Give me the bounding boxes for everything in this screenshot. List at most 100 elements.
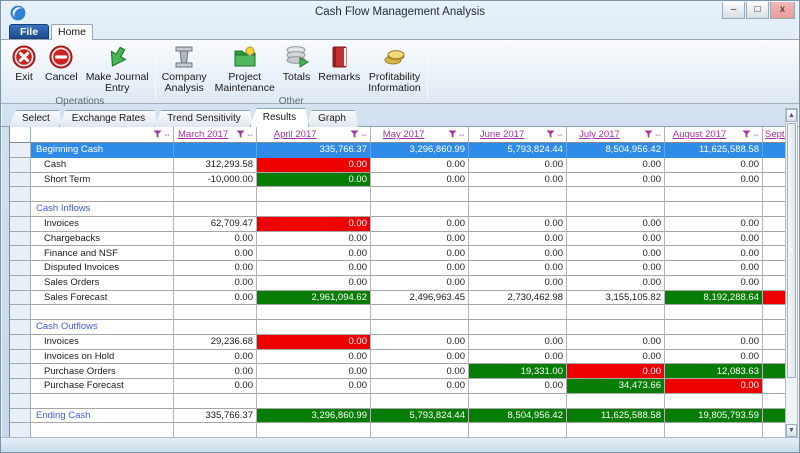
month-link-july-2017[interactable]: July 2017 <box>579 129 620 140</box>
grid-cell[interactable]: 11,625,588.58 <box>567 409 665 424</box>
grid-cell[interactable] <box>469 202 567 217</box>
make-journal-entry-button[interactable]: Make Journal Entry <box>82 43 153 95</box>
scroll-down-button[interactable]: ▼ <box>786 424 797 437</box>
grid-cell[interactable] <box>567 202 665 217</box>
grid-cell[interactable] <box>763 143 786 158</box>
grid-cell[interactable]: 312,293.58 <box>174 158 257 173</box>
grid-cell[interactable]: 0.00 <box>469 276 567 291</box>
row-label[interactable]: Cash Outflows <box>31 320 174 335</box>
grid-cell[interactable]: 0.00 <box>665 276 763 291</box>
grid-cell[interactable]: 0.00 <box>469 261 567 276</box>
grid-cell[interactable]: 0.00 <box>174 291 257 306</box>
row-selector-cell[interactable] <box>10 335 31 350</box>
row-label[interactable] <box>31 394 174 409</box>
grid-cell[interactable] <box>371 305 469 320</box>
grid-cell[interactable] <box>567 394 665 409</box>
filter-icon[interactable]: ⇔ <box>742 130 762 139</box>
grid-cell[interactable]: 3,296,860.99 <box>257 409 371 424</box>
grid-cell[interactable]: 0.00 <box>665 261 763 276</box>
row-label[interactable]: Sales Forecast <box>31 291 174 306</box>
grid-cell[interactable] <box>371 423 469 438</box>
row-selector-cell[interactable] <box>10 143 31 158</box>
grid-cell[interactable] <box>174 320 257 335</box>
project-maintenance-button[interactable]: Project Maintenance <box>211 43 279 95</box>
grid-cell[interactable] <box>567 305 665 320</box>
month-link-august-2017[interactable]: August 2017 <box>673 129 726 140</box>
grid-cell[interactable] <box>763 217 786 232</box>
grid-cell[interactable]: 0.00 <box>371 364 469 379</box>
row-selector-cell[interactable] <box>10 217 31 232</box>
row-selector-cell[interactable] <box>10 364 31 379</box>
row-selector-cell[interactable] <box>10 232 31 247</box>
grid-cell[interactable]: 0.00 <box>665 379 763 394</box>
grid-cell[interactable] <box>174 305 257 320</box>
filter-icon[interactable]: ⇔ <box>546 130 566 139</box>
grid-cell[interactable] <box>763 320 786 335</box>
grid-cell[interactable] <box>567 187 665 202</box>
grid-cell[interactable] <box>665 187 763 202</box>
grid-cell[interactable] <box>665 202 763 217</box>
grid-cell[interactable]: 0.00 <box>469 173 567 188</box>
grid-cell[interactable] <box>469 320 567 335</box>
remarks-button[interactable]: Remarks <box>314 43 364 84</box>
grid-cell[interactable]: 0.00 <box>567 364 665 379</box>
grid-cell[interactable]: 0.00 <box>371 246 469 261</box>
grid-cell[interactable]: 0.00 <box>567 350 665 365</box>
grid-cell[interactable]: 0.00 <box>469 379 567 394</box>
grid-cell[interactable]: 8,504,956.42 <box>567 143 665 158</box>
file-tab[interactable]: File <box>9 24 49 39</box>
grid-cell[interactable] <box>763 364 786 379</box>
grid-cell[interactable]: 0.00 <box>371 158 469 173</box>
grid-cell[interactable] <box>763 335 786 350</box>
grid-cell[interactable] <box>763 232 786 247</box>
scrollbar-track[interactable] <box>786 379 797 424</box>
row-label[interactable]: Short Term <box>31 173 174 188</box>
grid-cell[interactable] <box>257 423 371 438</box>
grid-cell[interactable]: 0.00 <box>257 158 371 173</box>
scroll-up-button[interactable]: ▲ <box>786 109 797 122</box>
grid-cell[interactable] <box>665 320 763 335</box>
row-label[interactable]: Chargebacks <box>31 232 174 247</box>
row-selector-cell[interactable] <box>10 173 31 188</box>
row-selector-cell[interactable] <box>10 305 31 320</box>
row-selector-cell[interactable] <box>10 423 31 438</box>
grid-cell[interactable]: 5,793,824.44 <box>371 409 469 424</box>
grid-cell[interactable]: 0.00 <box>174 232 257 247</box>
tab-home[interactable]: Home <box>51 24 93 40</box>
grid-cell[interactable]: 34,473.66 <box>567 379 665 394</box>
grid-cell[interactable]: 0.00 <box>174 364 257 379</box>
cancel-button[interactable]: Cancel <box>41 43 82 84</box>
grid-cell[interactable] <box>665 305 763 320</box>
grid-cell[interactable]: 0.00 <box>371 335 469 350</box>
row-selector-cell[interactable] <box>10 350 31 365</box>
grid-cell[interactable] <box>469 305 567 320</box>
grid-cell[interactable]: 0.00 <box>257 364 371 379</box>
grid-cell[interactable] <box>763 409 786 424</box>
row-selector-cell[interactable] <box>10 409 31 424</box>
grid-cell[interactable]: 0.00 <box>567 335 665 350</box>
scrollbar-thumb[interactable] <box>787 123 796 378</box>
tab-graph[interactable]: Graph <box>305 110 359 127</box>
grid-cell[interactable] <box>763 173 786 188</box>
grid-cell[interactable] <box>763 350 786 365</box>
grid-cell[interactable]: 0.00 <box>257 173 371 188</box>
vertical-scrollbar[interactable]: ▲ ▼ <box>785 108 798 438</box>
grid-cell[interactable]: 5,793,824.44 <box>469 143 567 158</box>
grid-cell[interactable] <box>257 305 371 320</box>
row-label[interactable]: Invoices on Hold <box>31 350 174 365</box>
grid-cell[interactable]: 0.00 <box>174 379 257 394</box>
grid-cell[interactable]: 0.00 <box>469 350 567 365</box>
grid-cell[interactable]: 0.00 <box>469 335 567 350</box>
grid-cell[interactable]: 0.00 <box>371 379 469 394</box>
grid-cell[interactable]: 2,961,094.62 <box>257 291 371 306</box>
grid-cell[interactable] <box>371 187 469 202</box>
grid-cell[interactable]: 19,805,793.59 <box>665 409 763 424</box>
tab-results[interactable]: Results <box>250 108 309 127</box>
grid-cell[interactable] <box>665 394 763 409</box>
grid-cell[interactable]: 0.00 <box>371 232 469 247</box>
month-link-september-2017[interactable]: September 2017 <box>765 129 786 140</box>
grid-cell[interactable] <box>257 202 371 217</box>
grid-cell[interactable]: 12,083.63 <box>665 364 763 379</box>
filter-icon[interactable]: ⇔ <box>153 130 173 139</box>
month-link-june-2017[interactable]: June 2017 <box>480 129 524 140</box>
